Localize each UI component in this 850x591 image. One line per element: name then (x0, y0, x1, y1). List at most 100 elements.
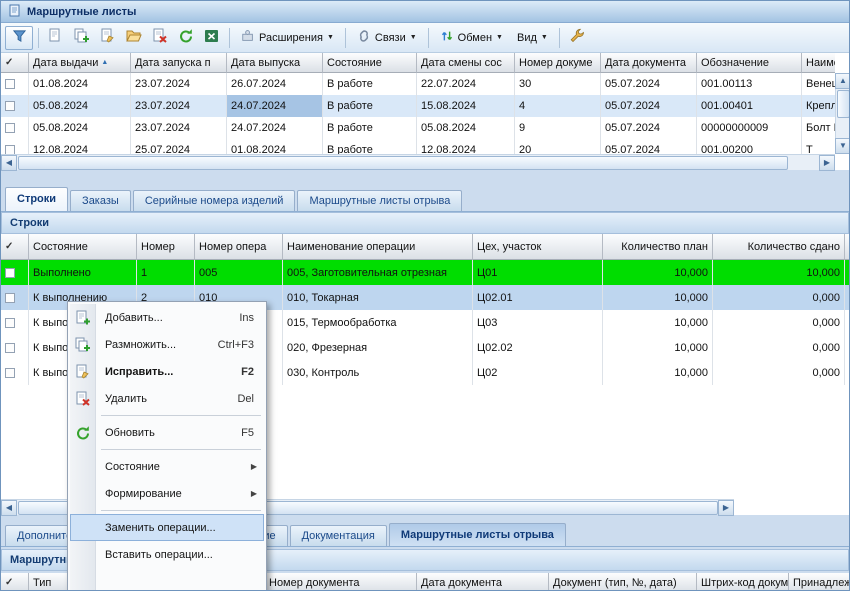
cell[interactable]: 24.07.2024 (227, 117, 323, 139)
cell[interactable]: 05.07.2024 (601, 117, 697, 139)
col-belonging[interactable]: Принадлежнос (789, 573, 850, 591)
cell[interactable]: 15.08.2024 (417, 95, 515, 117)
select-all-header[interactable]: ✓ (1, 53, 29, 73)
cell[interactable]: 05.08.2024 (417, 117, 515, 139)
cell[interactable]: 25.07.2024 (131, 139, 227, 154)
menu-item-replace-operations[interactable]: Заменить операции... (70, 514, 264, 541)
cell[interactable]: Ц02 (473, 360, 603, 385)
select-all-header[interactable]: ✓ (1, 234, 29, 260)
col-op-state[interactable]: Состояние (29, 234, 137, 260)
cell[interactable]: Ц03 (473, 310, 603, 335)
col-doc-full[interactable]: Документ (тип, №, дата) (549, 573, 697, 591)
cell[interactable]: 0,000 (713, 360, 845, 385)
table-row[interactable]: 12.08.2024 25.07.2024 01.08.2024 В работ… (1, 139, 850, 154)
cell[interactable]: В работе (323, 73, 417, 95)
col-doc-date[interactable]: Дата документа (601, 53, 697, 73)
cell[interactable]: 10,000 (713, 260, 845, 285)
view-menu-button[interactable]: Вид ▼ (511, 26, 554, 50)
col-barcode[interactable]: Штрих-код докуме (697, 573, 789, 591)
cell[interactable]: 20 (515, 139, 601, 154)
cell[interactable]: 030, Контроль (283, 360, 473, 385)
cell[interactable]: 05.07.2024 (601, 95, 697, 117)
col-launch-date[interactable]: Дата запуска п (131, 53, 227, 73)
menu-item-edit[interactable]: Исправить... F2 (70, 358, 264, 385)
cell[interactable]: В работе (323, 139, 417, 154)
cell[interactable]: 10,000 (603, 285, 713, 310)
horizontal-scrollbar[interactable]: ◀ ▶ (1, 154, 835, 170)
cell[interactable]: 0,000 (713, 285, 845, 310)
col-release-date[interactable]: Дата выпуска (227, 53, 323, 73)
cell[interactable]: 00000000009 (697, 117, 802, 139)
cell[interactable]: 1 (137, 260, 195, 285)
cell[interactable]: 12.08.2024 (29, 139, 131, 154)
cell[interactable]: 10,000 (603, 310, 713, 335)
cell[interactable]: 4 (515, 95, 601, 117)
menu-item-refresh[interactable]: Обновить F5 (70, 419, 264, 446)
tab-stroki[interactable]: Строки (5, 187, 68, 211)
menu-item-insert-operations[interactable]: Вставить операции... (70, 541, 264, 568)
cell[interactable]: 015, Термообработка (283, 310, 473, 335)
cell[interactable]: Ц01 (473, 260, 603, 285)
scroll-left-button[interactable]: ◀ (1, 500, 17, 516)
col-op-number[interactable]: Номер (137, 234, 195, 260)
cell[interactable]: 005, Заготовительная отрезная (283, 260, 473, 285)
cell[interactable]: 01.08.2024 (227, 139, 323, 154)
row-checkbox[interactable] (5, 368, 15, 378)
col-doc-number[interactable]: Номер документа (265, 573, 417, 591)
cell[interactable]: 9 (515, 117, 601, 139)
settings-button[interactable] (565, 26, 589, 50)
table-row-completed[interactable]: Выполнено 1 005 005, Заготовительная отр… (1, 260, 850, 285)
cell-current[interactable]: 24.07.2024 (227, 95, 323, 117)
cell[interactable]: 0,000 (713, 335, 845, 360)
col-op-name[interactable]: Наименование операции (283, 234, 473, 260)
cell[interactable]: 22.07.2024 (417, 73, 515, 95)
create-button[interactable] (44, 26, 68, 50)
col-op-qty-done[interactable]: Количество сдано (713, 234, 845, 260)
row-checkbox[interactable] (5, 145, 15, 154)
tab-tear-off-sheets-bottom[interactable]: Маршрутные листы отрыва (389, 523, 566, 546)
tab-zakazy[interactable]: Заказы (70, 190, 131, 211)
scroll-down-button[interactable]: ▼ (835, 138, 850, 154)
cell[interactable]: 23.07.2024 (131, 117, 227, 139)
edit-button[interactable] (96, 26, 120, 50)
extensions-menu-button[interactable]: Расширения ▼ (235, 26, 340, 50)
cell[interactable]: 12.08.2024 (417, 139, 515, 154)
tab-documentation[interactable]: Документация (290, 525, 387, 546)
cell[interactable]: 01.08.2024 (29, 73, 131, 95)
cell[interactable]: 0,000 (713, 310, 845, 335)
copy-button[interactable] (70, 26, 94, 50)
cell[interactable]: 020, Фрезерная (283, 335, 473, 360)
menu-item-delete[interactable]: Удалить Del (70, 385, 264, 412)
row-checkbox[interactable] (5, 268, 15, 278)
cell[interactable]: 05.07.2024 (601, 139, 697, 154)
select-all-header[interactable]: ✓ (1, 573, 29, 591)
col-designation[interactable]: Обозначение (697, 53, 802, 73)
cell[interactable]: 10,000 (603, 335, 713, 360)
row-checkbox[interactable] (5, 318, 15, 328)
vertical-scrollbar[interactable]: ▲ ▼ (835, 73, 850, 154)
open-button[interactable] (122, 26, 146, 50)
col-name[interactable]: Наименование (802, 53, 835, 73)
cell[interactable]: Выполнено (29, 260, 137, 285)
col-state[interactable]: Состояние (323, 53, 417, 73)
delete-button[interactable] (148, 26, 172, 50)
filter-button[interactable] (5, 26, 33, 50)
cell[interactable]: Ц02.02 (473, 335, 603, 360)
scrollbar-thumb[interactable] (837, 90, 850, 118)
cell[interactable]: 05.08.2024 (29, 95, 131, 117)
table-row[interactable]: 01.08.2024 23.07.2024 26.07.2024 В работ… (1, 73, 850, 95)
cell[interactable]: В работе (323, 117, 417, 139)
menu-item-formation[interactable]: Формирование ▶ (70, 480, 264, 507)
menu-item-duplicate[interactable]: Размножить... Ctrl+F3 (70, 331, 264, 358)
refresh-button[interactable] (174, 26, 198, 50)
cell[interactable]: 23.07.2024 (131, 95, 227, 117)
menu-item-add[interactable]: Добавить... Ins (70, 304, 264, 331)
table-row[interactable]: 05.08.2024 23.07.2024 24.07.2024 В работ… (1, 117, 850, 139)
cell[interactable]: 10,000 (603, 360, 713, 385)
col-state-change-date[interactable]: Дата смены сос (417, 53, 515, 73)
links-menu-button[interactable]: Связи ▼ (351, 26, 423, 50)
col-op-operation-number[interactable]: Номер опера (195, 234, 283, 260)
cell[interactable]: 001.00113 (697, 73, 802, 95)
row-checkbox[interactable] (5, 343, 15, 353)
cell[interactable]: 10,000 (603, 260, 713, 285)
